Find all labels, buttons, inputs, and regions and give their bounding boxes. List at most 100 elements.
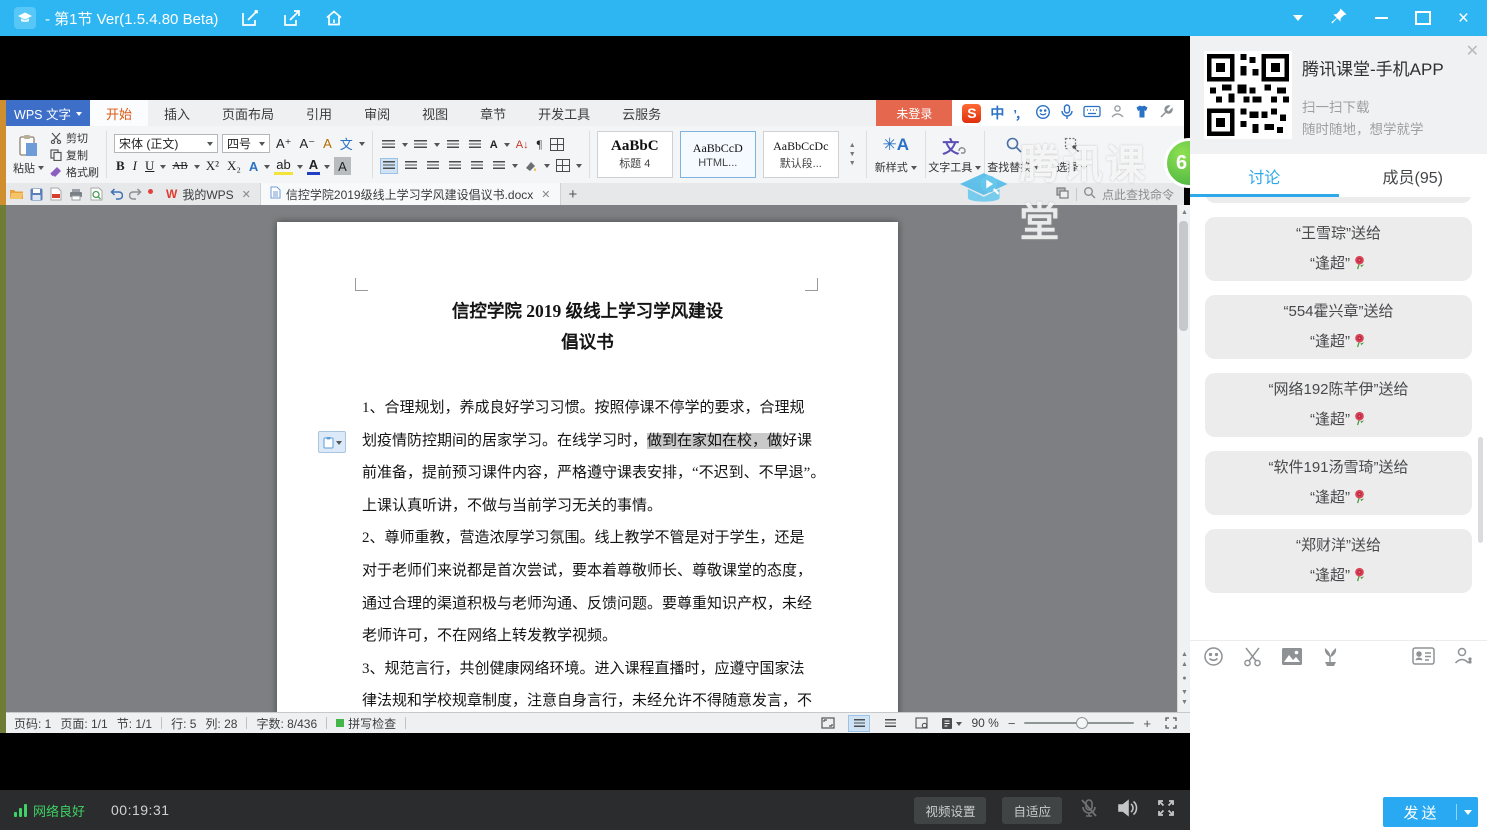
web-view-icon[interactable] (910, 715, 932, 732)
scrollbar-thumb[interactable] (1179, 221, 1188, 331)
login-button[interactable]: 未登录 (876, 100, 952, 126)
superscript-button[interactable]: X² (204, 157, 221, 175)
tab-my-wps[interactable]: W 我的WPS ✕ (157, 183, 260, 205)
ribbon-tab-cloud[interactable]: 云服务 (606, 100, 677, 126)
justify-button[interactable] (446, 158, 464, 174)
wps-app-menu-button[interactable]: WPS 文字 (6, 100, 90, 126)
fullscreen-icon[interactable] (1156, 798, 1176, 823)
paste-options-button[interactable] (318, 431, 346, 453)
status-word-count[interactable]: 字数: 8/436 (256, 715, 317, 732)
bold-button[interactable]: B (114, 157, 127, 175)
font-name-select[interactable]: 宋体 (正文) (114, 134, 218, 153)
ime-skin-icon[interactable] (1134, 104, 1150, 122)
share-icon[interactable] (282, 8, 302, 28)
increase-indent-button[interactable] (466, 137, 484, 153)
text-tools-button[interactable]: 文 文字工具 (926, 126, 984, 183)
decrease-indent-button[interactable] (444, 137, 462, 153)
print-icon[interactable] (66, 183, 86, 205)
tab-document[interactable]: 信控学院2019级线上学习学风建设倡议书.docx ✕ (260, 183, 561, 205)
spell-check-status[interactable]: 拼写检查 (336, 715, 396, 732)
ribbon-tab-insert[interactable]: 插入 (148, 100, 206, 126)
select-button[interactable]: 选择 (1043, 126, 1101, 183)
underline-button[interactable]: U (143, 157, 156, 175)
select-browse-object-icon[interactable]: ● (1182, 674, 1186, 684)
maximize-button[interactable] (1415, 11, 1431, 25)
redo-icon[interactable] (126, 183, 146, 205)
ime-voice-icon[interactable] (1060, 104, 1074, 123)
close-banner-icon[interactable]: ✕ (1466, 41, 1479, 61)
style-heading4[interactable]: AaBbC 标题 4 (597, 131, 673, 178)
highlight-color-button[interactable]: ab (274, 157, 292, 175)
send-button[interactable]: 发送 (1383, 797, 1478, 827)
export-pdf-icon[interactable] (46, 183, 66, 205)
close-button[interactable]: × (1458, 9, 1469, 28)
open-file-icon[interactable] (6, 183, 26, 205)
chevron-down-icon[interactable] (359, 142, 365, 149)
ime-keyboard-icon[interactable] (1083, 105, 1101, 121)
pin-icon[interactable] (1330, 7, 1348, 30)
invite-person-icon[interactable] (1453, 646, 1474, 671)
outline-view-icon[interactable] (879, 715, 901, 732)
align-center-button[interactable] (402, 158, 420, 174)
distribute-button[interactable] (468, 158, 486, 174)
char-shading-button[interactable]: A (334, 157, 351, 175)
undo-icon[interactable] (106, 183, 126, 205)
find-replace-button[interactable]: 查找替换 (985, 126, 1043, 183)
chevron-down-icon[interactable] (160, 165, 166, 172)
zoom-level[interactable]: 90 % (971, 716, 998, 730)
save-icon[interactable] (26, 183, 46, 205)
show-marks-button[interactable]: ¶ (535, 136, 544, 154)
chevron-down-icon[interactable] (264, 165, 270, 172)
ribbon-tab-page-layout[interactable]: 页面布局 (206, 100, 290, 126)
speaker-icon[interactable] (1116, 797, 1140, 824)
close-tab-icon[interactable]: ✕ (242, 188, 251, 201)
cut-button[interactable]: 剪切 (50, 130, 99, 146)
sort-button[interactable]: A↓ (514, 136, 531, 154)
shading-button[interactable] (522, 158, 540, 174)
page-view-icon[interactable] (848, 715, 870, 732)
text-direction-button[interactable] (548, 137, 566, 153)
image-icon[interactable] (1281, 647, 1303, 671)
zoom-out-button[interactable]: − (1008, 716, 1016, 731)
zoom-in-button[interactable]: + (1143, 716, 1151, 731)
mic-muted-icon[interactable] (1078, 797, 1100, 824)
grow-font-button[interactable]: A⁺ (274, 135, 294, 153)
zoom-slider-thumb[interactable] (1076, 717, 1088, 729)
document-page[interactable]: 信控学院 2019 级线上学习学风建设 倡议书 1、合理规划，养成良好学习习惯。… (277, 222, 898, 712)
char-scale-button[interactable]: A (488, 136, 500, 154)
styles-scroll-down-icon[interactable]: ▼ (849, 151, 856, 158)
home-icon[interactable] (324, 8, 344, 28)
ribbon-tab-section[interactable]: 章节 (464, 100, 522, 126)
print-preview-icon[interactable] (86, 183, 106, 205)
ribbon-tab-dev-tools[interactable]: 开发工具 (522, 100, 606, 126)
clear-format-button[interactable]: A (321, 135, 334, 153)
ribbon-tab-view[interactable]: 视图 (406, 100, 464, 126)
new-tab-button[interactable]: + (561, 186, 586, 203)
emoji-icon[interactable] (1203, 646, 1224, 672)
gift-flower-icon[interactable] (1321, 646, 1340, 672)
tab-discussion[interactable]: 讨论 (1190, 154, 1339, 197)
zoom-slider[interactable] (1024, 722, 1134, 724)
style-default-para[interactable]: AaBbCcDc 默认段... (763, 131, 839, 178)
ime-emoji-icon[interactable] (1035, 104, 1051, 123)
shrink-font-button[interactable]: A⁻ (298, 135, 318, 153)
copy-button[interactable]: 复制 (50, 147, 99, 163)
chevron-down-icon[interactable] (194, 165, 200, 172)
align-left-button[interactable] (380, 158, 398, 174)
new-style-button[interactable]: ✳A 新样式 (867, 126, 925, 183)
ime-person-icon[interactable] (1110, 104, 1125, 122)
ribbon-tab-references[interactable]: 引用 (290, 100, 348, 126)
format-painter-button[interactable]: 格式刷 (50, 164, 99, 180)
font-color-button[interactable]: A (307, 157, 320, 175)
italic-button[interactable]: I (131, 157, 139, 175)
text-effects-button[interactable]: A (247, 157, 260, 175)
member-card-icon[interactable] (1412, 647, 1435, 670)
video-settings-button[interactable]: 视频设置 (914, 797, 986, 824)
pinyin-guide-button[interactable]: 文 (338, 135, 355, 153)
minimize-button[interactable] (1375, 17, 1388, 19)
auto-fit-button[interactable]: 自适应 (1002, 797, 1062, 824)
style-html[interactable]: AaBbCcD HTML... (680, 131, 756, 178)
ribbon-tab-review[interactable]: 审阅 (348, 100, 406, 126)
bullet-list-button[interactable] (380, 137, 398, 153)
close-tab-icon[interactable]: ✕ (541, 188, 550, 201)
